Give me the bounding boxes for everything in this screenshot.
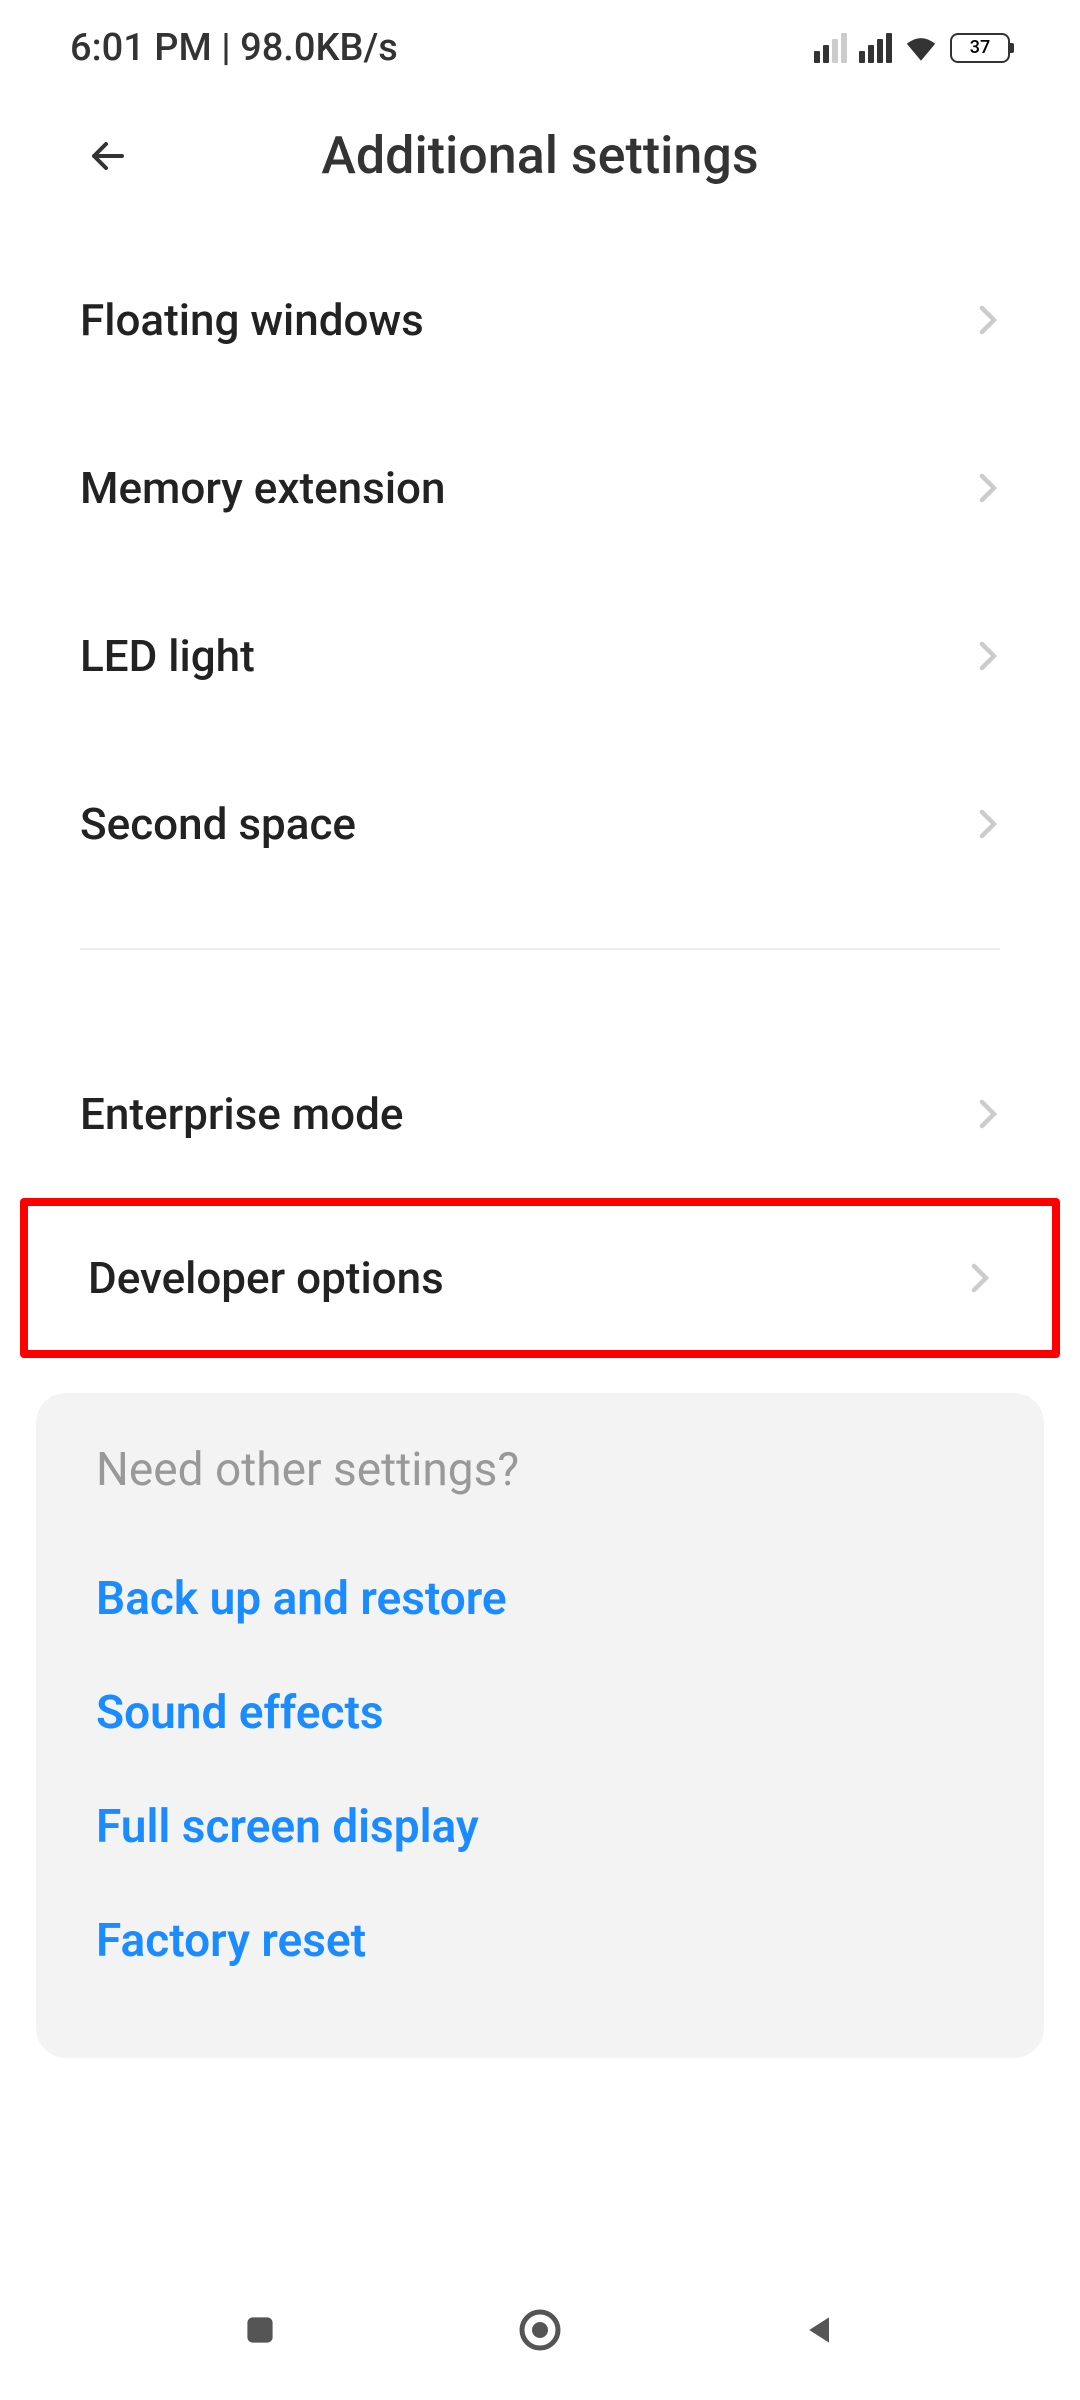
setting-label: Floating windows [80, 294, 424, 346]
page-title: Additional settings [135, 125, 945, 186]
setting-label: Memory extension [80, 462, 446, 514]
wifi-icon [904, 35, 938, 61]
status-bar: 6:01 PM | 98.0KB/s 37 [0, 0, 1080, 95]
setting-label: LED light [80, 630, 255, 682]
triangle-left-icon [802, 2312, 838, 2348]
status-icons: 37 [814, 33, 1010, 63]
battery-icon: 37 [950, 33, 1010, 63]
link-factory-reset[interactable]: Factory reset [96, 1884, 984, 1998]
setting-label: Developer options [88, 1252, 444, 1304]
link-full-screen-display[interactable]: Full screen display [96, 1770, 984, 1884]
link-sound-effects[interactable]: Sound effects [96, 1656, 984, 1770]
setting-label: Enterprise mode [80, 1088, 403, 1140]
setting-second-space[interactable]: Second space [0, 740, 1080, 908]
circle-icon [516, 2306, 564, 2354]
navigation-bar [0, 2260, 1080, 2400]
setting-developer-options[interactable]: Developer options [20, 1198, 1060, 1358]
signal-icon-1 [814, 33, 847, 63]
chevron-right-icon [976, 468, 1000, 508]
chevron-right-icon [968, 1258, 992, 1298]
chevron-right-icon [976, 636, 1000, 676]
divider [80, 948, 1000, 950]
setting-floating-windows[interactable]: Floating windows [0, 236, 1080, 404]
chevron-right-icon [976, 300, 1000, 340]
settings-list-group-1: Floating windows Memory extension LED li… [0, 236, 1080, 908]
nav-home-button[interactable] [515, 2305, 565, 2355]
nav-back-button[interactable] [795, 2305, 845, 2355]
chevron-right-icon [976, 1094, 1000, 1134]
chevron-right-icon [976, 804, 1000, 844]
header: Additional settings [0, 95, 1080, 236]
setting-led-light[interactable]: LED light [0, 572, 1080, 740]
arrow-left-icon [84, 132, 132, 180]
back-button[interactable] [80, 128, 135, 183]
status-time-speed: 6:01 PM | 98.0KB/s [70, 26, 398, 70]
link-back-up-and-restore[interactable]: Back up and restore [96, 1542, 984, 1656]
nav-recent-apps-button[interactable] [235, 2305, 285, 2355]
setting-enterprise-mode[interactable]: Enterprise mode [0, 1030, 1080, 1198]
settings-list-group-2: Enterprise mode Developer options [0, 1030, 1080, 1358]
setting-memory-extension[interactable]: Memory extension [0, 404, 1080, 572]
other-settings-card: Need other settings? Back up and restore… [36, 1393, 1044, 2058]
setting-label: Second space [80, 798, 356, 850]
other-settings-title: Need other settings? [96, 1443, 984, 1497]
signal-icon-2 [859, 33, 892, 63]
square-icon [242, 2312, 278, 2348]
